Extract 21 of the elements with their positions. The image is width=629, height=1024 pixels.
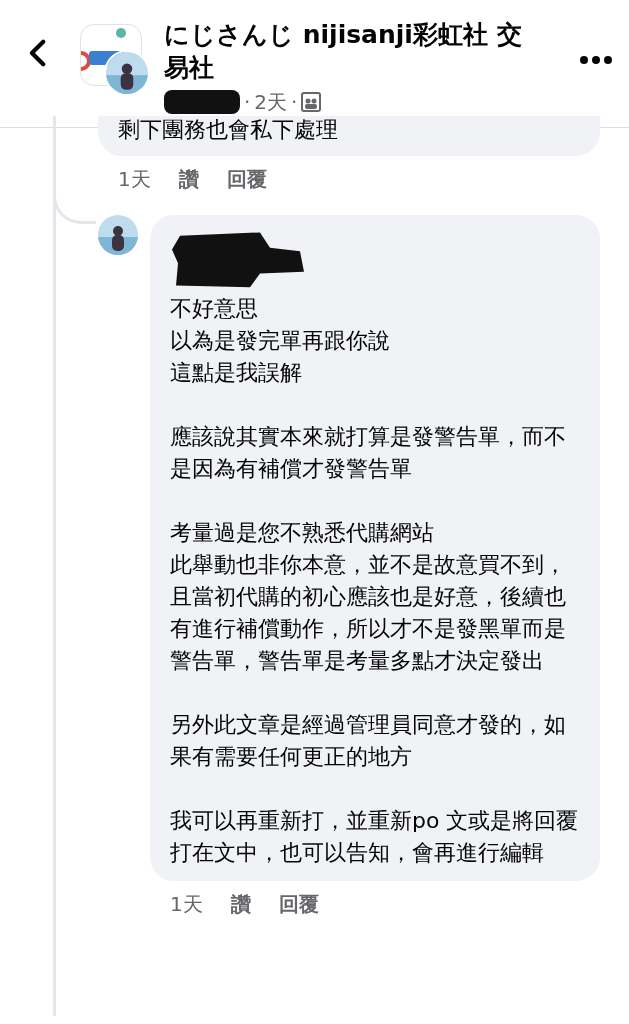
post-time: 2天: [254, 88, 288, 116]
comment-text: 另外此文章是經過管理員同意才發的，如果有需要任何更正的地方: [170, 711, 567, 771]
comment-text: 剩下團務也會私下處理: [98, 116, 600, 156]
separator: ·: [291, 90, 298, 114]
separator: ·: [244, 90, 251, 114]
comment-text: 考量過是您不熟悉代購網站: [170, 519, 435, 547]
more-icon[interactable]: [579, 54, 613, 66]
like-link[interactable]: 讚: [178, 166, 199, 193]
timestamp: 1天: [170, 891, 203, 918]
like-link[interactable]: 讚: [230, 891, 251, 918]
group-title[interactable]: にじさんじ nijisanji彩虹社 交易社: [164, 18, 534, 84]
group-icon: [301, 92, 322, 112]
comment-text: 我可以再重新打，並重新po 文或是將回覆打在文中，也可以告知，會再進行編輯: [170, 807, 580, 867]
comment-text: 此舉動也非你本意，並不是故意買不到，且當初代購的初心應該也是好意，後續也有進行補償動作，所以才不是發黑單而是警告單，警告單是考量多點才決定發出: [170, 551, 567, 675]
comment-text: 以為是發完單再跟你說: [170, 327, 391, 355]
reply-link[interactable]: 回覆: [278, 891, 319, 918]
comment-text: 不好意思: [170, 295, 259, 323]
reply-link[interactable]: 回覆: [226, 166, 267, 193]
comment-text: 應該說其實本來就打算是發警告單，而不是因為有補償才發警告單: [170, 423, 567, 483]
comment-text: 這點是我誤解: [170, 359, 303, 387]
timestamp: 1天: [118, 166, 151, 193]
